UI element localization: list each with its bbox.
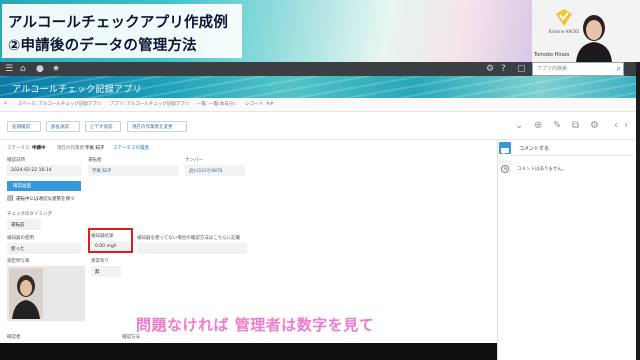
comment-header[interactable]: コメントする	[519, 145, 549, 152]
presenter-avatar	[576, 15, 612, 62]
chevron-down-icon[interactable]: ⌄	[515, 120, 523, 132]
assignee-label: 現在の作業者:	[57, 146, 86, 151]
timing-value: 運転前	[7, 219, 41, 230]
presenter-name: Tomoko Hiraio	[534, 52, 570, 58]
status-history-link[interactable]: ステータスの履歴	[113, 145, 149, 151]
prev-record-icon[interactable]: ‹	[614, 120, 618, 132]
breadcrumb-item[interactable]: レコード: ##	[245, 101, 274, 107]
scrollbar[interactable]	[636, 62, 640, 360]
measurement-photo-image	[9, 268, 43, 319]
search-icon[interactable]: ⌕	[617, 64, 621, 74]
breadcrumb-item[interactable]: アプリ: アルコールチェック記録アプリ	[110, 101, 189, 107]
home-icon[interactable]: ⌂	[20, 64, 26, 74]
breadcrumb: ⌂ スペース: アルコールチェック記録アプリ アプリ: アルコールチェック記録ア…	[0, 98, 636, 112]
edit-icon[interactable]: ✎	[553, 120, 561, 132]
confirm-screen-button[interactable]: 確認画面	[7, 181, 81, 191]
status-label: ステータス:	[7, 146, 32, 151]
video-title-line1: アルコールチェックアプリ作成例	[8, 15, 229, 31]
breadcrumb-item[interactable]: スペース: アルコールチェック記録アプリ	[18, 101, 101, 107]
add-icon[interactable]: ⊕	[534, 120, 542, 132]
file-icon: ▤	[7, 194, 14, 202]
star-icon[interactable]: ★	[52, 64, 60, 74]
app-search-input[interactable]: アプリ内検索 ⌕	[532, 62, 624, 76]
video-title-line2: ②申請後のデータの管理方法	[8, 38, 197, 54]
action-button[interactable]: 初期確認	[7, 121, 41, 132]
history-tab-icon[interactable]	[499, 160, 511, 173]
driver-label: 運転者	[88, 158, 102, 163]
breadcrumb-home-icon[interactable]: ⌂	[4, 101, 7, 106]
app-title: アルコールチェック記録アプリ	[12, 85, 142, 95]
people-icon[interactable]: ●	[36, 64, 44, 74]
breadcrumb-item[interactable]: 一覧: 一覧(本日分)	[197, 101, 235, 107]
photo-label: 測定時写真	[7, 259, 30, 264]
comment-empty-text: コメントはありません。	[517, 167, 567, 172]
copy-icon[interactable]: ⧉	[572, 120, 579, 132]
no-device-label: 検知器を使ってない場合の確認方法はこちらに記載	[137, 236, 241, 241]
result-highlight-box	[88, 228, 133, 253]
settings-icon[interactable]: ⚙	[590, 120, 599, 132]
window-icon[interactable]: ▢	[517, 64, 526, 74]
action-button[interactable]: 現在の作業者を変更	[127, 121, 187, 132]
date-label: 確認日時	[7, 158, 25, 163]
next-record-icon[interactable]: ›	[624, 120, 628, 132]
gear-icon[interactable]: ⚙	[486, 64, 494, 74]
record-toolbar: 初期確認 部長承認 ビデオ承認 現在の作業者を変更 ⌄ ⊕ ✎ ⧉ ⚙ ‹ ›	[0, 112, 636, 140]
abnormal-value: 無	[91, 266, 121, 277]
checker-label: 確認者	[7, 335, 21, 340]
help-icon[interactable]: ?	[501, 64, 506, 74]
video-title-box: アルコールチェックアプリ作成例 ②申請後のデータの管理方法	[2, 4, 242, 58]
screen: アルコールチェックアプリ作成例 ②申請後のデータの管理方法 Kintone HA…	[0, 0, 640, 360]
video-caption: 問題なければ 管理者は数字を見て	[136, 316, 375, 334]
comment-panel	[497, 140, 636, 360]
plate-value: 品川333ち9876	[185, 165, 245, 176]
timing-label: チェックのタイミング	[7, 212, 52, 217]
plate-label: ナンバー	[185, 158, 203, 163]
device-value: 使った	[7, 243, 81, 254]
no-device-value	[137, 243, 247, 254]
attached-file-link[interactable]: 運転中には適切な姿勢を保つ	[16, 196, 75, 202]
comment-tab-icon[interactable]	[499, 142, 511, 155]
date-value: 2024-02-22 16:14	[7, 165, 81, 176]
clock-icon	[501, 165, 509, 173]
menu-icon[interactable]: ☰	[5, 64, 13, 74]
speech-bubble-icon	[501, 148, 509, 155]
action-button[interactable]: ビデオ承認	[85, 121, 121, 132]
action-button[interactable]: 部長承認	[46, 121, 80, 132]
assignee-value: 宇尾 知子	[85, 146, 105, 151]
driver-value[interactable]: 宇尾 知子	[88, 165, 178, 176]
abnormal-label: 異常有り	[91, 259, 109, 264]
device-label: 検知器の使用	[7, 236, 34, 241]
status-value: 申請中	[32, 146, 46, 151]
search-placeholder: アプリ内検索	[537, 66, 568, 72]
